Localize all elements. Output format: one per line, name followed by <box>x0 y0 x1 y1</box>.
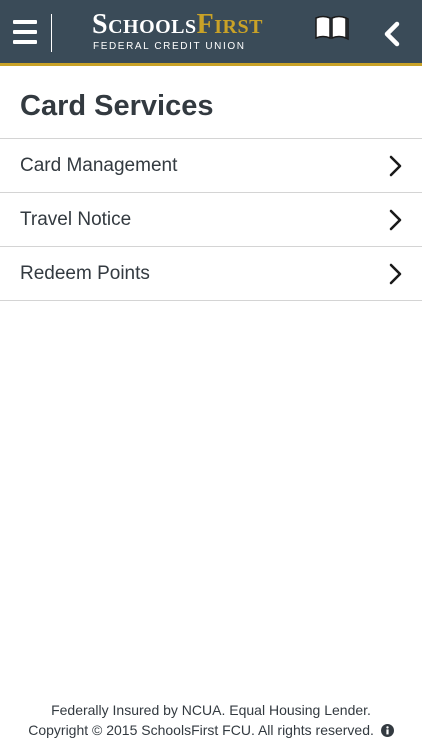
list-item-card-management[interactable]: Card Management <box>0 139 422 193</box>
list-item-label: Travel Notice <box>20 209 132 230</box>
chevron-right-icon <box>389 209 402 231</box>
back-button[interactable] <box>378 20 406 48</box>
list-item-redeem-points[interactable]: Redeem Points <box>0 247 422 301</box>
header-divider <box>51 14 52 52</box>
chevron-left-icon <box>384 21 400 47</box>
chevron-right-icon <box>389 155 402 177</box>
list-item-label: Card Management <box>20 155 178 176</box>
schoolsfirst-logo: SchoolsFirst FEDERAL CREDIT UNION <box>92 10 352 56</box>
page-title: Card Services <box>20 90 214 122</box>
footer-copyright-line: Copyright © 2015 SchoolsFirst FCU. All r… <box>0 720 422 740</box>
list-item-travel-notice[interactable]: Travel Notice <box>0 193 422 247</box>
list-item-label: Redeem Points <box>20 263 150 284</box>
open-book-icon <box>315 15 349 41</box>
footer: Federally Insured by NCUA. Equal Housing… <box>0 700 422 740</box>
card-services-list: Card Management Travel Notice Redeem Poi… <box>0 138 422 301</box>
menu-bar <box>13 20 37 24</box>
logo-wordmark: SchoolsFirst <box>92 10 263 44</box>
app-header: SchoolsFirst FEDERAL CREDIT UNION <box>0 0 422 66</box>
logo-name-first: First <box>196 9 263 40</box>
hamburger-menu-icon[interactable] <box>10 18 40 46</box>
chevron-right-icon <box>389 263 402 285</box>
footer-insurance-text: Federally Insured by NCUA. Equal Housing… <box>51 702 371 718</box>
info-icon[interactable] <box>380 724 394 737</box>
menu-bar <box>13 30 37 34</box>
logo-name-schools: Schools <box>92 9 197 40</box>
menu-bar <box>13 40 37 44</box>
logo-subtitle: FEDERAL CREDIT UNION <box>93 41 246 52</box>
footer-copyright-text: Copyright © 2015 SchoolsFirst FCU. All r… <box>28 722 374 738</box>
